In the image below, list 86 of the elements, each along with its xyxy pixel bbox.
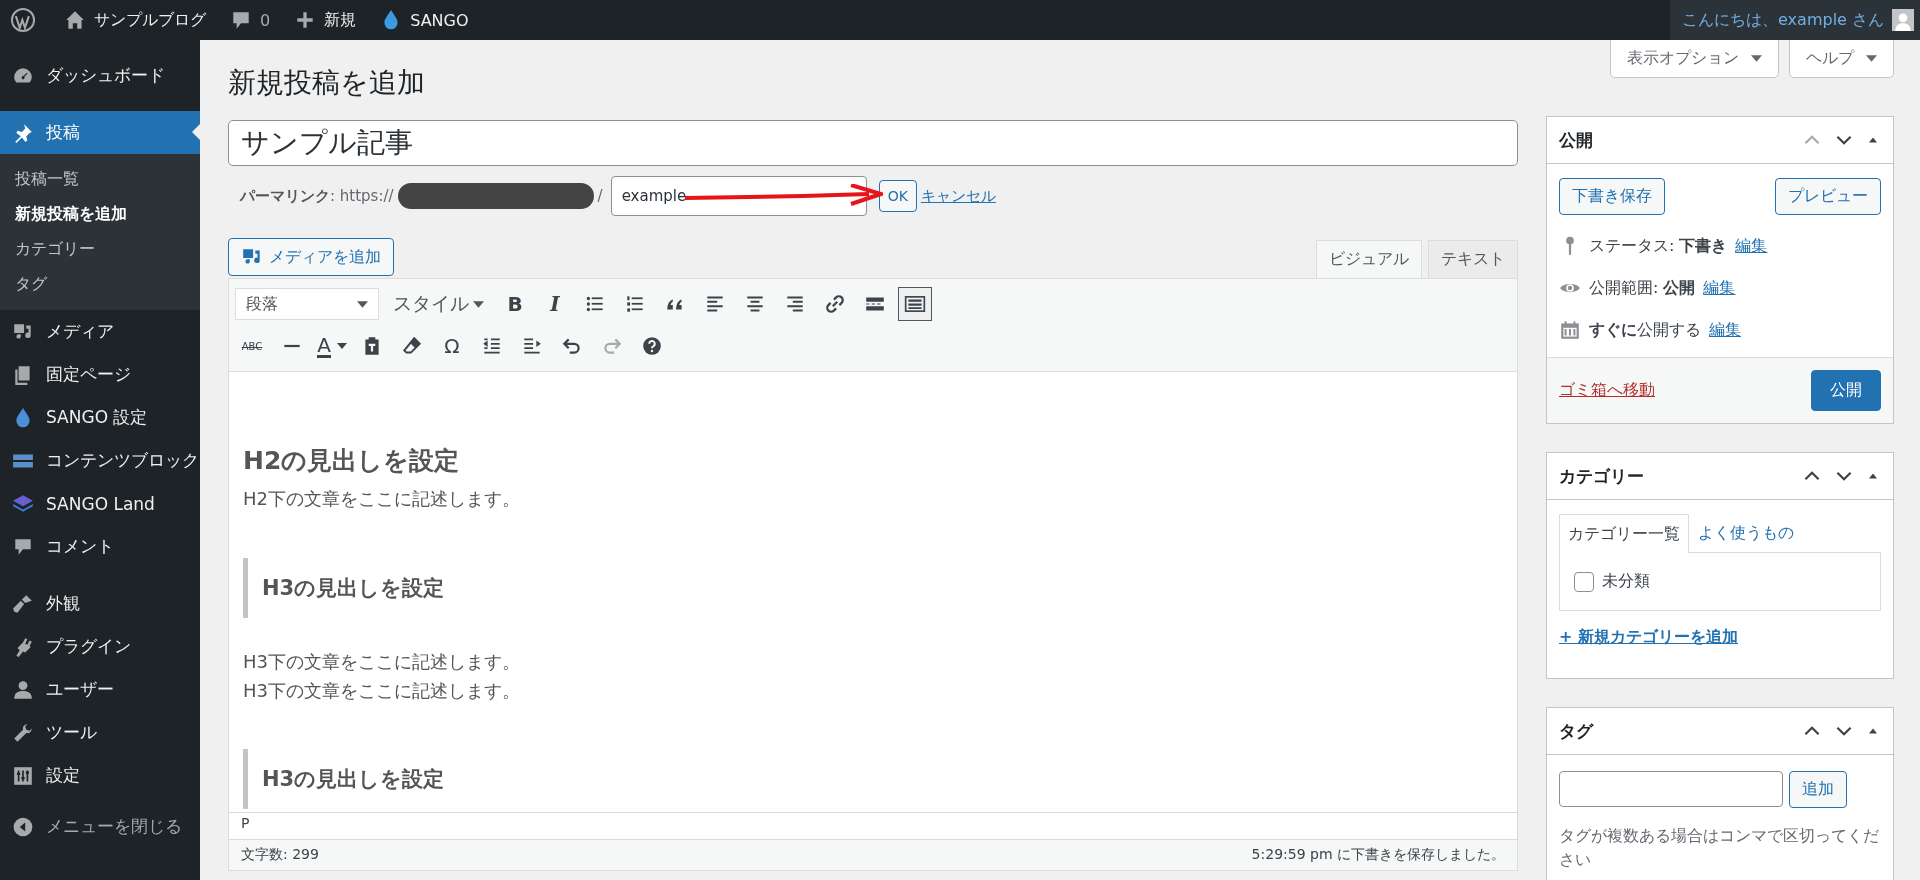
permalink-label: パーマリンク: https:// xyxy=(240,186,394,206)
trash-link[interactable]: ゴミ箱へ移動 xyxy=(1559,380,1655,401)
ok-button[interactable]: OK xyxy=(878,180,917,212)
box-title: タグ xyxy=(1559,719,1593,743)
sidebar-item[interactable]: SANGO 設定 xyxy=(0,396,200,439)
sidebar-item[interactable]: メディア xyxy=(0,310,200,353)
edit-link[interactable]: 編集 xyxy=(1703,277,1736,299)
sidebar-item[interactable]: 設定 xyxy=(0,754,200,797)
wrench-icon xyxy=(12,721,34,744)
subheading: H3の見出しを設定 xyxy=(243,749,1503,810)
sidebar-item[interactable]: コメント xyxy=(0,525,200,568)
add-media-button[interactable]: メディアを追加 xyxy=(228,238,394,276)
paragraph: H2下の文章をここに記述します。 xyxy=(243,487,521,511)
calendar-icon xyxy=(1559,319,1581,341)
keyboard-icon[interactable] xyxy=(898,287,932,321)
format-select[interactable]: 段落 xyxy=(235,288,379,320)
new-link[interactable]: 新規 xyxy=(284,9,367,31)
italic-button[interactable]: I xyxy=(538,287,572,321)
category-tab[interactable]: よく使うもの xyxy=(1689,514,1803,552)
collapse-menu-button[interactable]: メニューを閉じる xyxy=(0,805,200,848)
submenu-item[interactable]: 新規投稿を追加 xyxy=(0,197,200,232)
box-title: カテゴリー xyxy=(1559,464,1644,488)
box-title: 公開 xyxy=(1559,128,1593,152)
cancel-link[interactable]: キャンセル xyxy=(920,186,996,206)
sidebar-item[interactable]: SANGO Land xyxy=(0,482,200,525)
checkbox[interactable] xyxy=(1574,571,1594,592)
publish-setting: 公開範囲: 公開 xyxy=(1589,277,1696,299)
word-count: 文字数: 299 xyxy=(241,846,319,864)
account-menu[interactable]: こんにちは、example さん xyxy=(1670,0,1920,40)
slug-field[interactable]: example xyxy=(610,176,867,216)
add-category-link[interactable]: + 新規カテゴリーを追加 xyxy=(1559,627,1738,646)
sidebar-item[interactable]: 固定ページ xyxy=(0,353,200,396)
submenu-item[interactable]: カテゴリー xyxy=(0,232,200,267)
save-draft-button[interactable]: 下書き保存 xyxy=(1559,178,1665,215)
caret-icon xyxy=(473,300,484,308)
title-field[interactable]: サンプル記事 xyxy=(228,120,1518,166)
sliders-icon xyxy=(12,764,34,787)
sidebar-item[interactable]: ユーザー xyxy=(0,668,200,711)
sidebar-item[interactable]: 外観 xyxy=(0,582,200,625)
screen-meta-tab[interactable]: 表示オプション xyxy=(1610,40,1779,78)
strikethrough-button[interactable]: ABC xyxy=(235,329,269,363)
sidebar-item[interactable]: 投稿 xyxy=(0,111,200,154)
publish-setting: すぐに公開する xyxy=(1589,319,1701,341)
paragraph: H3下の文章をここに記述します。 H3下の文章をここに記述します。 xyxy=(243,649,521,703)
caret-icon xyxy=(336,343,347,349)
home-icon xyxy=(64,9,86,31)
theme-link[interactable]: SANGO xyxy=(370,9,479,31)
tag-field[interactable] xyxy=(1559,771,1783,807)
add-tag-button[interactable]: 追加 xyxy=(1789,771,1847,808)
special-character-button[interactable]: Ω xyxy=(435,329,469,363)
site-name-link[interactable]: サンプルブログ xyxy=(54,9,216,31)
tag-hint: タグが複数ある場合はコンマで区切ってください xyxy=(1559,825,1880,871)
speech-bubble-icon xyxy=(230,9,252,31)
page-title: 新規投稿を追加 xyxy=(228,65,426,101)
comments-link[interactable]: 0 xyxy=(220,9,281,31)
heading: H2の見出しを設定 xyxy=(243,445,461,477)
publish-setting: ステータス: 下書き xyxy=(1589,235,1728,257)
preview-button[interactable]: プレビュー xyxy=(1775,178,1881,215)
sidebar-item[interactable]: ツール xyxy=(0,711,200,754)
caret-icon xyxy=(1751,55,1762,62)
logo-icon[interactable] xyxy=(10,7,36,33)
editor-tab[interactable]: ビジュアル xyxy=(1316,240,1422,278)
permalink-slash: / xyxy=(597,187,603,205)
caret-icon xyxy=(1866,55,1877,62)
text-color-button[interactable]: A xyxy=(315,329,349,363)
sidebar-item[interactable]: プラグイン xyxy=(0,625,200,668)
submenu-item[interactable]: 投稿一覧 xyxy=(0,162,200,197)
category-label: 未分類 xyxy=(1602,571,1650,592)
user-icon xyxy=(12,678,34,701)
screen-meta-tab[interactable]: ヘルプ xyxy=(1789,40,1894,78)
element-path: P xyxy=(241,815,250,831)
avatar-icon xyxy=(1892,9,1914,31)
subheading: H3の見出しを設定 xyxy=(243,557,1503,618)
editor-tab[interactable]: テキスト xyxy=(1428,240,1518,278)
caret-icon xyxy=(357,300,368,308)
category-tab[interactable]: カテゴリー一覧 xyxy=(1559,514,1689,553)
autosave-message: 5:29:59 pm に下書きを保存しました。 xyxy=(1251,846,1505,864)
submenu-item[interactable]: タグ xyxy=(0,267,200,302)
publish-button[interactable]: 公開 xyxy=(1811,370,1881,411)
brush-icon xyxy=(12,592,34,615)
sidebar-item[interactable]: ダッシュボード xyxy=(0,54,200,97)
edit-link[interactable]: 編集 xyxy=(1735,235,1768,257)
style-menu[interactable]: スタイル xyxy=(385,291,492,317)
bold-button[interactable]: B xyxy=(498,287,532,321)
sidebar-item[interactable]: コンテンツブロック xyxy=(0,439,200,482)
edit-link[interactable]: 編集 xyxy=(1709,319,1741,341)
